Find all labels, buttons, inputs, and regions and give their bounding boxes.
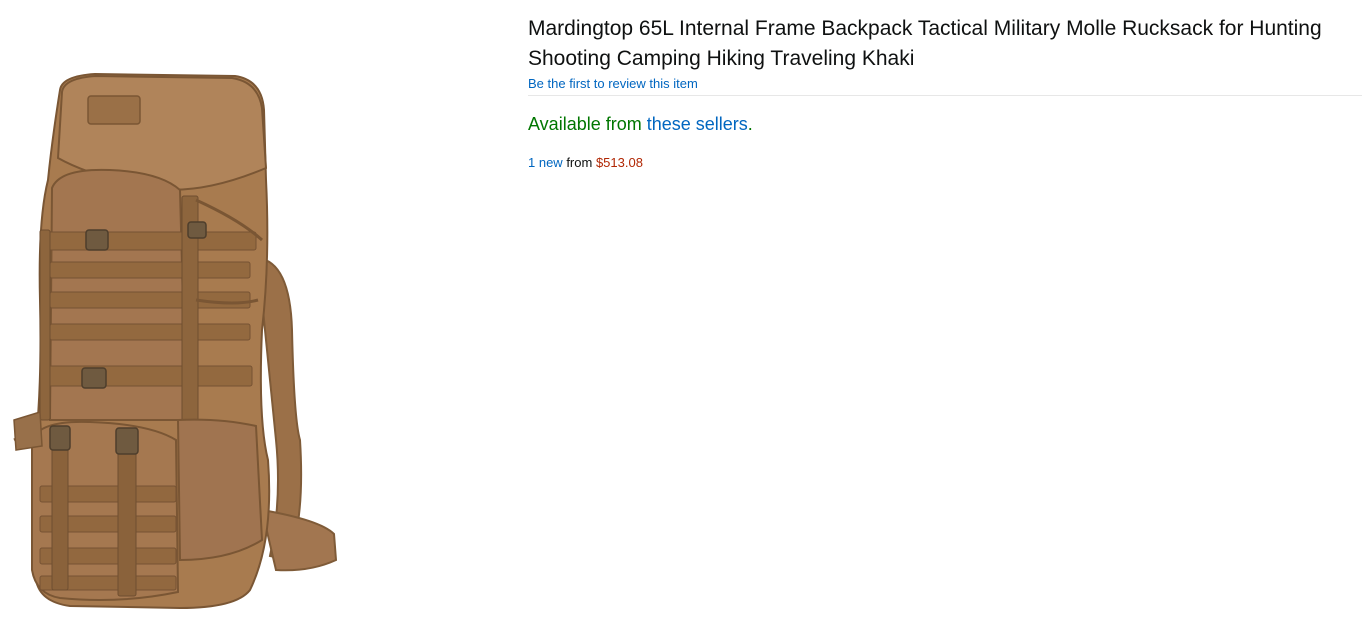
backpack-image[interactable] [0,0,380,633]
product-image-panel[interactable] [0,0,380,633]
availability-prefix: Available from [528,114,647,134]
product-title: Mardingtop 65L Internal Frame Backpack T… [528,17,1322,70]
product-details: Mardingtop 65L Internal Frame Backpack T… [528,14,1362,172]
offer-summary: 1 new from $513.08 [528,154,1362,172]
these-sellers-link[interactable]: these sellers [647,114,748,134]
offer-price: $513.08 [595,155,643,170]
availability-suffix: . [747,114,753,134]
offers-from-text: from [562,155,596,170]
review-link[interactable]: Be the first to review this item [528,75,698,92]
new-offers-link[interactable]: 1 new [528,155,563,170]
divider [528,95,1362,96]
availability-message: Available from these sellers. [528,112,1362,136]
